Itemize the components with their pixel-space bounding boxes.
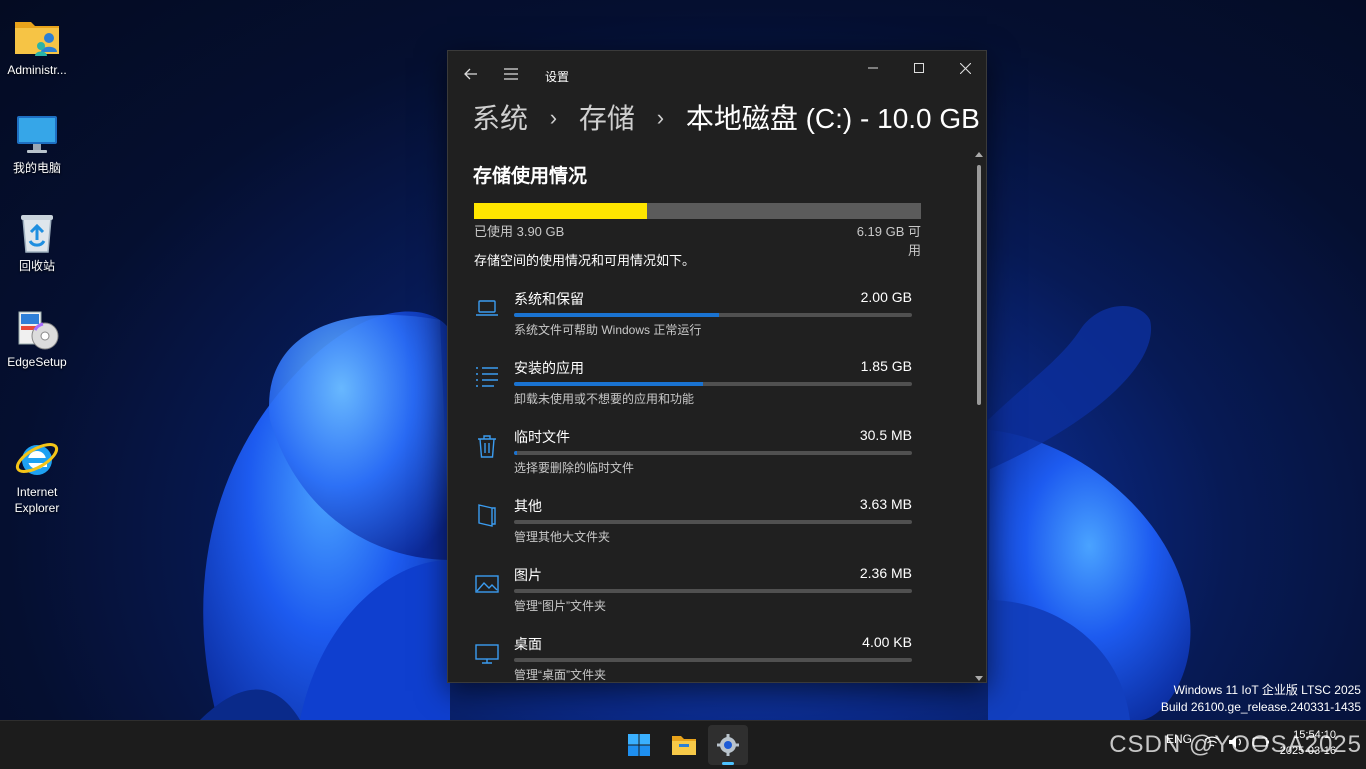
- list-icon: [476, 367, 498, 387]
- category-size: 2.00 GB: [860, 289, 912, 305]
- category-desktop[interactable]: 桌面 4.00 KB 管理“桌面”文件夹: [472, 634, 912, 682]
- user-folder-icon: [13, 12, 61, 60]
- category-name: 临时文件: [514, 429, 570, 445]
- breadcrumb-storage[interactable]: 存储: [579, 103, 635, 134]
- scrollbar[interactable]: [972, 151, 986, 682]
- total-usage-bar: [474, 203, 921, 219]
- category-description: 卸载未使用或不想要的应用和功能: [514, 392, 695, 406]
- category-pictures[interactable]: 图片 2.36 MB 管理“图片”文件夹: [472, 565, 912, 625]
- desktop-icon-label: 我的电脑: [12, 161, 61, 175]
- category-bar: [514, 589, 912, 593]
- breadcrumb-system[interactable]: 系统: [472, 103, 528, 134]
- category-size: 4.00 KB: [862, 634, 912, 650]
- settings-icon: [717, 734, 739, 756]
- close-button[interactable]: [942, 51, 986, 85]
- desktop-icon-internet-explorer[interactable]: Internet Explorer: [0, 396, 74, 532]
- breadcrumb-separator: ›: [656, 105, 665, 130]
- desktop-icon-label: Administr...: [7, 63, 67, 77]
- category-size: 2.36 MB: [859, 565, 912, 581]
- arrow-left-icon: [464, 68, 477, 80]
- build-line-2: Build 26100.ge_release.240331-1435: [1160, 700, 1361, 714]
- category-temp-files[interactable]: 临时文件 30.5 MB 选择要删除的临时文件: [472, 427, 912, 487]
- total-usage-fill: [474, 203, 647, 219]
- start-icon: [628, 734, 650, 756]
- category-description: 选择要删除的临时文件: [514, 461, 635, 475]
- category-bar: [514, 382, 912, 386]
- category-name: 桌面: [514, 636, 542, 652]
- start-button[interactable]: [619, 725, 659, 765]
- active-indicator: [722, 762, 734, 765]
- usage-description: 存储空间的使用情况和可用情况如下。: [474, 253, 696, 268]
- hamburger-icon: [504, 68, 518, 80]
- desktop-icon-recycle-bin[interactable]: 回收站: [0, 202, 74, 274]
- maximize-icon: [914, 63, 924, 73]
- back-button[interactable]: [456, 59, 486, 89]
- desktop-icon-my-computer[interactable]: 我的电脑: [0, 104, 74, 176]
- file-explorer-button[interactable]: [664, 725, 704, 765]
- category-description: 系统文件可帮助 Windows 正常运行: [514, 323, 702, 337]
- category-name: 图片: [514, 567, 542, 583]
- build-watermark: Windows 11 IoT 企业版 LTSC 2025 Build 26100…: [1161, 682, 1361, 716]
- computer-icon: [13, 110, 61, 158]
- build-line-1: Windows 11 IoT 企业版 LTSC 2025: [1173, 683, 1361, 697]
- maximize-button[interactable]: [896, 51, 942, 85]
- category-bar: [514, 658, 912, 662]
- category-description: 管理“图片”文件夹: [514, 599, 606, 613]
- laptop-icon: [476, 300, 498, 316]
- desktop-icon-label: Internet Explorer: [14, 485, 60, 515]
- app-title: 设置: [545, 70, 570, 84]
- category-name: 系统和保留: [514, 291, 584, 307]
- csdn-watermark: CSDN @YOOSA2025: [1109, 731, 1362, 758]
- minimize-button[interactable]: [850, 51, 896, 85]
- settings-window: 设置 系统 › 存储 › 本地磁盘 (C:) - 10.0 GB 存储使用情况 …: [447, 50, 987, 683]
- title-bar: 设置: [448, 51, 986, 91]
- settings-taskbar-button[interactable]: [708, 725, 748, 765]
- category-installed-apps[interactable]: 安装的应用 1.85 GB 卸载未使用或不想要的应用和功能: [472, 358, 912, 418]
- used-label: 已使用 3.90 GB: [474, 224, 565, 239]
- breadcrumb-current: 本地磁盘 (C:) - 10.0 GB: [685, 103, 980, 134]
- menu-button[interactable]: [496, 59, 526, 89]
- content-area: 存储使用情况 已使用 3.90 GB 6.19 GB 可用 存储空间的使用情况和…: [448, 151, 968, 682]
- scroll-down-icon[interactable]: [975, 674, 983, 682]
- category-other[interactable]: 其他 3.63 MB 管理其他大文件夹: [472, 496, 912, 556]
- breadcrumb: 系统 › 存储 › 本地磁盘 (C:) - 10.0 GB: [472, 97, 980, 137]
- free-label: 6.19 GB 可用: [856, 224, 921, 258]
- breadcrumb-separator: ›: [549, 105, 558, 130]
- minimize-icon: [868, 67, 878, 69]
- category-size: 1.85 GB: [860, 358, 912, 374]
- category-description: 管理其他大文件夹: [514, 530, 611, 544]
- desktop-icon-label: 回收站: [18, 259, 55, 273]
- category-name: 其他: [514, 498, 542, 514]
- category-bar-fill: [514, 313, 719, 317]
- desktop-icon-administrator[interactable]: Administr...: [0, 6, 74, 78]
- trash-icon: [478, 435, 496, 458]
- category-bar: [514, 313, 912, 317]
- monitor-icon: [475, 644, 499, 664]
- scroll-up-icon[interactable]: [975, 151, 983, 159]
- file-explorer-icon: [672, 736, 696, 755]
- category-bar: [514, 520, 912, 524]
- category-bar-fill: [514, 451, 518, 455]
- scroll-thumb[interactable]: [977, 165, 981, 405]
- category-bar-fill: [514, 382, 704, 386]
- installer-icon: [13, 304, 61, 352]
- category-name: 安装的应用: [514, 360, 584, 376]
- picture-icon: [475, 575, 499, 593]
- category-bar: [514, 451, 912, 455]
- desktop-icon-edgesetup[interactable]: EdgeSetup: [0, 298, 74, 370]
- section-title: 存储使用情况: [473, 166, 588, 187]
- category-system-reserved[interactable]: 系统和保留 2.00 GB 系统文件可帮助 Windows 正常运行: [472, 289, 912, 349]
- category-size: 30.5 MB: [859, 427, 912, 443]
- document-icon: [478, 504, 496, 527]
- category-description: 管理“桌面”文件夹: [514, 668, 606, 682]
- internet-explorer-icon: [13, 418, 61, 475]
- close-icon: [959, 62, 971, 74]
- desktop-icon-label: EdgeSetup: [7, 355, 67, 369]
- category-size: 3.63 MB: [859, 496, 912, 512]
- recycle-bin-icon: [13, 208, 61, 256]
